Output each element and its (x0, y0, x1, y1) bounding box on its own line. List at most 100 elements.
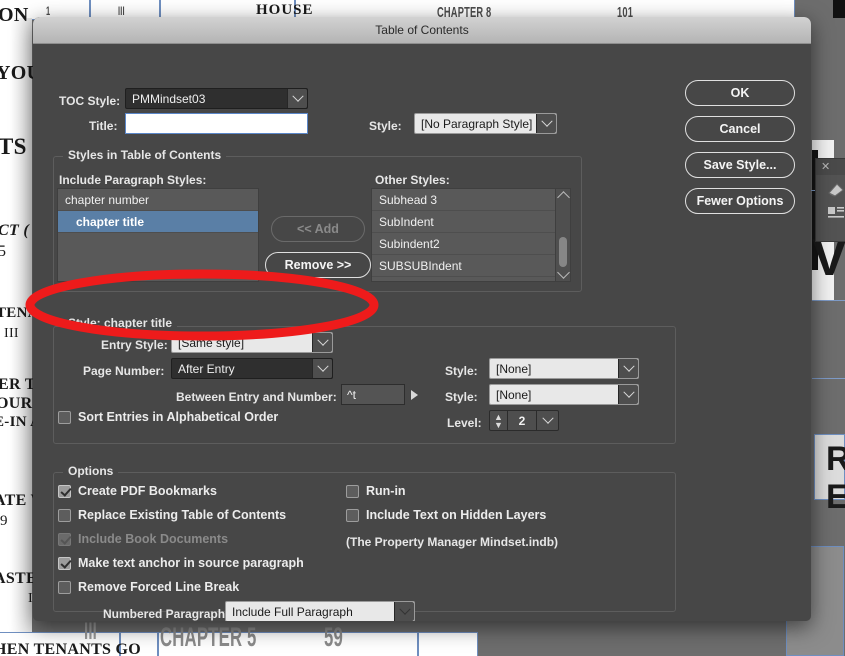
toc-style-select[interactable]: PMMindset03 (125, 88, 308, 109)
dialog-titlebar[interactable]: Table of Contents (33, 17, 811, 44)
include-paragraph-styles-list[interactable]: chapter number chapter title (57, 188, 259, 282)
page-number-label: Page Number: (83, 364, 165, 378)
options-group-title: Options (63, 464, 119, 478)
chevron-down-icon[interactable] (618, 385, 638, 404)
scrollbar-thumb[interactable] (559, 237, 567, 267)
bg-text: HEN TENANTS GO (0, 641, 142, 656)
page-number-value: After Entry (178, 361, 235, 376)
save-style-button[interactable]: Save Style... (685, 152, 795, 178)
page-number-style-select[interactable]: [None] (489, 358, 639, 379)
scroll-up-icon[interactable] (557, 191, 570, 204)
level-label: Level: (447, 416, 482, 430)
add-button[interactable]: << Add (271, 216, 365, 242)
replace-existing-toc-label: Replace Existing Table of Contents (78, 508, 287, 522)
list-item[interactable]: SUBSUBIndent (372, 255, 570, 277)
list-item[interactable]: chapter title (58, 211, 258, 233)
book-name-label: (The Property Manager Mindset.indb) (346, 535, 559, 549)
list-item[interactable]: SubIndent (372, 211, 570, 233)
title-style-select[interactable]: [No Paragraph Style] (414, 113, 557, 134)
other-styles-scrollbar[interactable] (555, 189, 570, 281)
scroll-down-icon[interactable] (557, 266, 570, 279)
create-pdf-bookmarks-label: Create PDF Bookmarks (78, 484, 217, 498)
chevron-down-icon[interactable] (312, 333, 332, 352)
other-styles-list[interactable]: Subhead 3 SubIndent Subindent2 SUBSUBInd… (371, 188, 571, 282)
numbered-paragraphs-select[interactable]: Include Full Paragraph (225, 601, 415, 621)
sort-entries-checkbox-row[interactable]: Sort Entries in Alphabetical Order (58, 410, 278, 424)
between-style-label: Style: (445, 390, 478, 404)
bg-folio: III (84, 618, 97, 645)
chevron-down-icon[interactable] (618, 359, 638, 378)
include-book-documents-label: Include Book Documents (78, 532, 229, 546)
list-item[interactable]: Subhead 3 (372, 189, 570, 211)
toc-style-label: TOC Style: (59, 94, 121, 108)
include-hidden-layers-label: Include Text on Hidden Layers (366, 508, 547, 522)
numbered-paragraphs-label: Numbered Paragraphs: (103, 607, 236, 621)
between-style-select[interactable]: [None] (489, 384, 639, 405)
between-entry-number-label: Between Entry and Number: (176, 390, 337, 404)
chevron-down-icon[interactable] (287, 89, 307, 108)
entry-style-select[interactable]: [Same style] (171, 332, 333, 353)
insert-special-character-icon[interactable] (411, 390, 418, 400)
make-text-anchor-checkbox[interactable] (58, 556, 71, 570)
dialog-title: Table of Contents (375, 23, 469, 37)
remove-forced-line-break-label: Remove Forced Line Break (78, 580, 240, 594)
remove-button[interactable]: Remove >> (265, 252, 371, 278)
chevron-down-icon[interactable] (537, 411, 558, 430)
sort-entries-checkbox[interactable] (58, 410, 71, 424)
floating-panel[interactable]: ✕ (815, 158, 845, 242)
replace-existing-toc-checkbox[interactable] (58, 508, 71, 522)
stamp-icon[interactable] (826, 181, 845, 199)
panel-titlebar[interactable]: ✕ (816, 159, 845, 175)
page-number-select[interactable]: After Entry (171, 358, 333, 379)
dialog-body: TOC Style: PMMindset03 Title: Style: [No… (33, 44, 811, 621)
cancel-button[interactable]: Cancel (685, 116, 795, 142)
level-stepper[interactable]: ▲ ▼ 2 (489, 410, 559, 431)
title-input[interactable] (125, 113, 308, 134)
include-book-documents-checkbox (58, 532, 71, 546)
entry-style-value: [Same style] (178, 335, 245, 350)
numbered-paragraphs-value: Include Full Paragraph (232, 604, 353, 619)
remove-forced-line-break-row[interactable]: Remove Forced Line Break (58, 580, 239, 594)
include-hidden-layers-checkbox[interactable] (346, 508, 359, 522)
make-text-anchor-label: Make text anchor in source paragraph (78, 556, 304, 570)
bg-text: 9 (0, 513, 8, 529)
title-label: Title: (89, 119, 118, 133)
bg-folio: 59 (324, 622, 343, 652)
include-hidden-layers-row[interactable]: Include Text on Hidden Layers (346, 508, 546, 522)
toc-style-value: PMMindset03 (132, 91, 206, 106)
close-icon[interactable]: ✕ (821, 160, 830, 174)
chevron-down-icon[interactable] (536, 114, 556, 133)
page-number-style-value: [None] (496, 361, 532, 376)
text-frame-icon[interactable] (826, 205, 845, 221)
chevron-down-icon[interactable] (394, 602, 414, 621)
replace-existing-toc-row[interactable]: Replace Existing Table of Contents (58, 508, 286, 522)
bg-text: E (826, 478, 845, 516)
screen: ON YOUR TS CT ( 5 TENA III ER T OUR E-IN… (0, 0, 845, 656)
page-number-style-label: Style: (445, 364, 478, 378)
list-item[interactable]: Subindent2 (372, 233, 570, 255)
between-entry-number-input[interactable]: ^t (341, 384, 405, 405)
remove-forced-line-break-checkbox[interactable] (58, 580, 71, 594)
bg-text: TS (0, 134, 27, 159)
level-value: 2 (508, 411, 537, 430)
sort-entries-label: Sort Entries in Alphabetical Order (78, 410, 279, 424)
bg-text: OUR (0, 395, 33, 412)
bg-text: CT ( (0, 222, 29, 239)
bg-rule-2 (812, 378, 845, 379)
create-pdf-bookmarks-row[interactable]: Create PDF Bookmarks (58, 484, 217, 498)
stepper-arrows-icon[interactable]: ▲ ▼ (490, 411, 508, 430)
list-item[interactable]: chapter number (58, 189, 258, 211)
table-of-contents-dialog: Table of Contents TOC Style: PMMindset03… (33, 17, 811, 621)
run-in-checkbox[interactable] (346, 484, 359, 498)
include-book-documents-row: Include Book Documents (58, 532, 228, 546)
run-in-row[interactable]: Run-in (346, 484, 406, 498)
create-pdf-bookmarks-checkbox[interactable] (58, 484, 71, 498)
chevron-down-icon[interactable] (312, 359, 332, 378)
fewer-options-button[interactable]: Fewer Options (685, 188, 795, 214)
list-item-empty[interactable] (58, 233, 258, 255)
make-text-anchor-row[interactable]: Make text anchor in source paragraph (58, 556, 304, 570)
bg-text: III (4, 326, 19, 341)
bg-text: III (118, 4, 125, 18)
ok-button[interactable]: OK (685, 80, 795, 106)
bg-text: ON (0, 4, 29, 26)
